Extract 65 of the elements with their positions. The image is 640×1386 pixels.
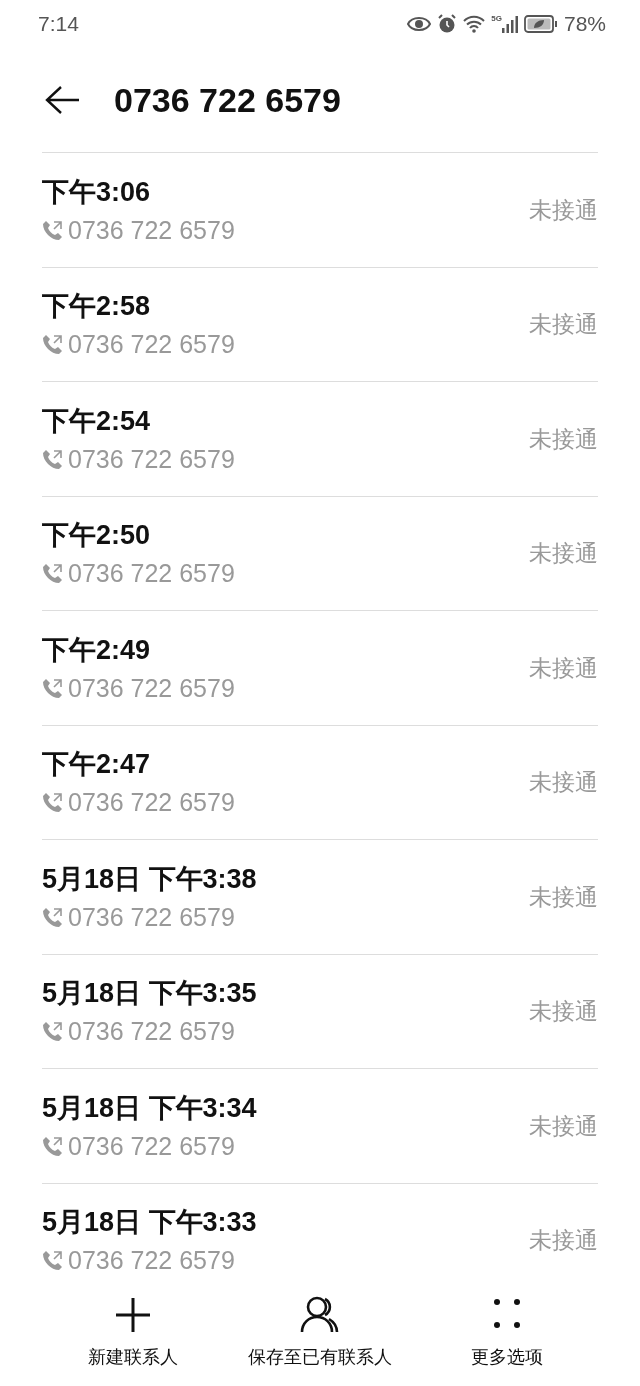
- call-time: 下午2:58: [42, 290, 152, 324]
- call-row[interactable]: 下午2:58 0736 722 6579 未接通: [42, 266, 598, 381]
- call-time: 5月18日 下午3:34: [42, 1091, 257, 1125]
- call-row[interactable]: 下午2:54 0736 722 6579 未接通: [42, 381, 598, 496]
- call-time: 下午3:06: [42, 175, 152, 209]
- phone-arrow-icon: [42, 447, 64, 470]
- call-number: 0736 722 6579: [68, 1245, 235, 1276]
- call-time: 5月18日 下午3:35: [42, 977, 257, 1011]
- action-button[interactable]: 更多选项: [431, 1296, 582, 1371]
- call-status: 未接通: [529, 1226, 598, 1255]
- phone-arrow-icon: [42, 562, 64, 585]
- call-status: 未接通: [529, 882, 598, 912]
- person-icon: [300, 1296, 340, 1334]
- call-status: 未接通: [529, 310, 598, 339]
- battery-level: 78%: [563, 11, 606, 38]
- phone-arrow-icon: [42, 218, 64, 241]
- call-number: 0736 722 6579: [68, 443, 235, 474]
- call-status: 未接通: [529, 539, 598, 568]
- eye-icon: [407, 16, 432, 32]
- call-row[interactable]: 5月18日 下午3:34 0736 722 6579 未接通: [42, 1068, 598, 1183]
- call-number: 0736 722 6579: [68, 901, 235, 932]
- battery-icon: [523, 15, 558, 33]
- call-status: 未接通: [529, 195, 598, 225]
- network-type: 5G: [491, 15, 502, 23]
- call-time: 下午2:49: [42, 633, 152, 667]
- call-number: 0736 722 6579: [68, 214, 235, 245]
- call-number: 0736 722 6579: [68, 1130, 235, 1161]
- alarm-icon: [437, 14, 458, 34]
- page-title: 0736 722 6579: [114, 79, 341, 121]
- call-time: 下午2:54: [42, 404, 152, 438]
- phone-arrow-icon: [42, 905, 64, 928]
- call-number: 0736 722 6579: [68, 558, 235, 589]
- call-number: 0736 722 6579: [68, 329, 235, 360]
- call-time: 5月18日 下午3:33: [42, 1206, 257, 1240]
- phone-arrow-icon: [42, 676, 64, 699]
- back-icon: [44, 85, 80, 115]
- call-time: 下午2:50: [42, 519, 152, 553]
- action-button[interactable]: 保存至已有联系人: [245, 1296, 395, 1371]
- call-row[interactable]: 下午3:06 0736 722 6579 未接通: [42, 152, 598, 267]
- phone-arrow-icon: [42, 791, 64, 814]
- back-button[interactable]: [44, 84, 82, 116]
- call-row[interactable]: 下午2:49 0736 722 6579 未接通: [42, 610, 598, 725]
- call-row[interactable]: 下午2:50 0736 722 6579 未接通: [42, 495, 598, 610]
- plus-icon: [114, 1296, 153, 1334]
- call-status: 未接通: [529, 997, 598, 1026]
- call-time: 下午2:47: [42, 748, 152, 782]
- phone-arrow-icon: [42, 1134, 64, 1157]
- call-number: 0736 722 6579: [68, 787, 235, 818]
- call-number: 0736 722 6579: [68, 672, 235, 703]
- call-status: 未接通: [529, 768, 598, 797]
- call-row[interactable]: 5月18日 下午3:38 0736 722 6579 未接通: [42, 839, 598, 954]
- wifi-icon: [463, 15, 486, 33]
- phone-arrow-icon: [42, 333, 64, 356]
- clock: 7:14: [38, 11, 79, 38]
- call-row[interactable]: 下午2:47 0736 722 6579 未接通: [42, 724, 598, 839]
- action-button[interactable]: 新建联系人: [58, 1296, 209, 1371]
- call-row[interactable]: 5月18日 下午3:35 0736 722 6579 未接通: [42, 953, 598, 1068]
- signal-icon: [501, 15, 518, 33]
- call-status: 未接通: [529, 1111, 598, 1141]
- call-status: 未接通: [529, 653, 598, 683]
- call-time: 5月18日 下午3:38: [42, 862, 257, 896]
- phone-arrow-icon: [42, 1249, 64, 1272]
- call-number: 0736 722 6579: [68, 1016, 235, 1047]
- call-status: 未接通: [529, 424, 598, 454]
- phone-arrow-icon: [42, 1020, 64, 1043]
